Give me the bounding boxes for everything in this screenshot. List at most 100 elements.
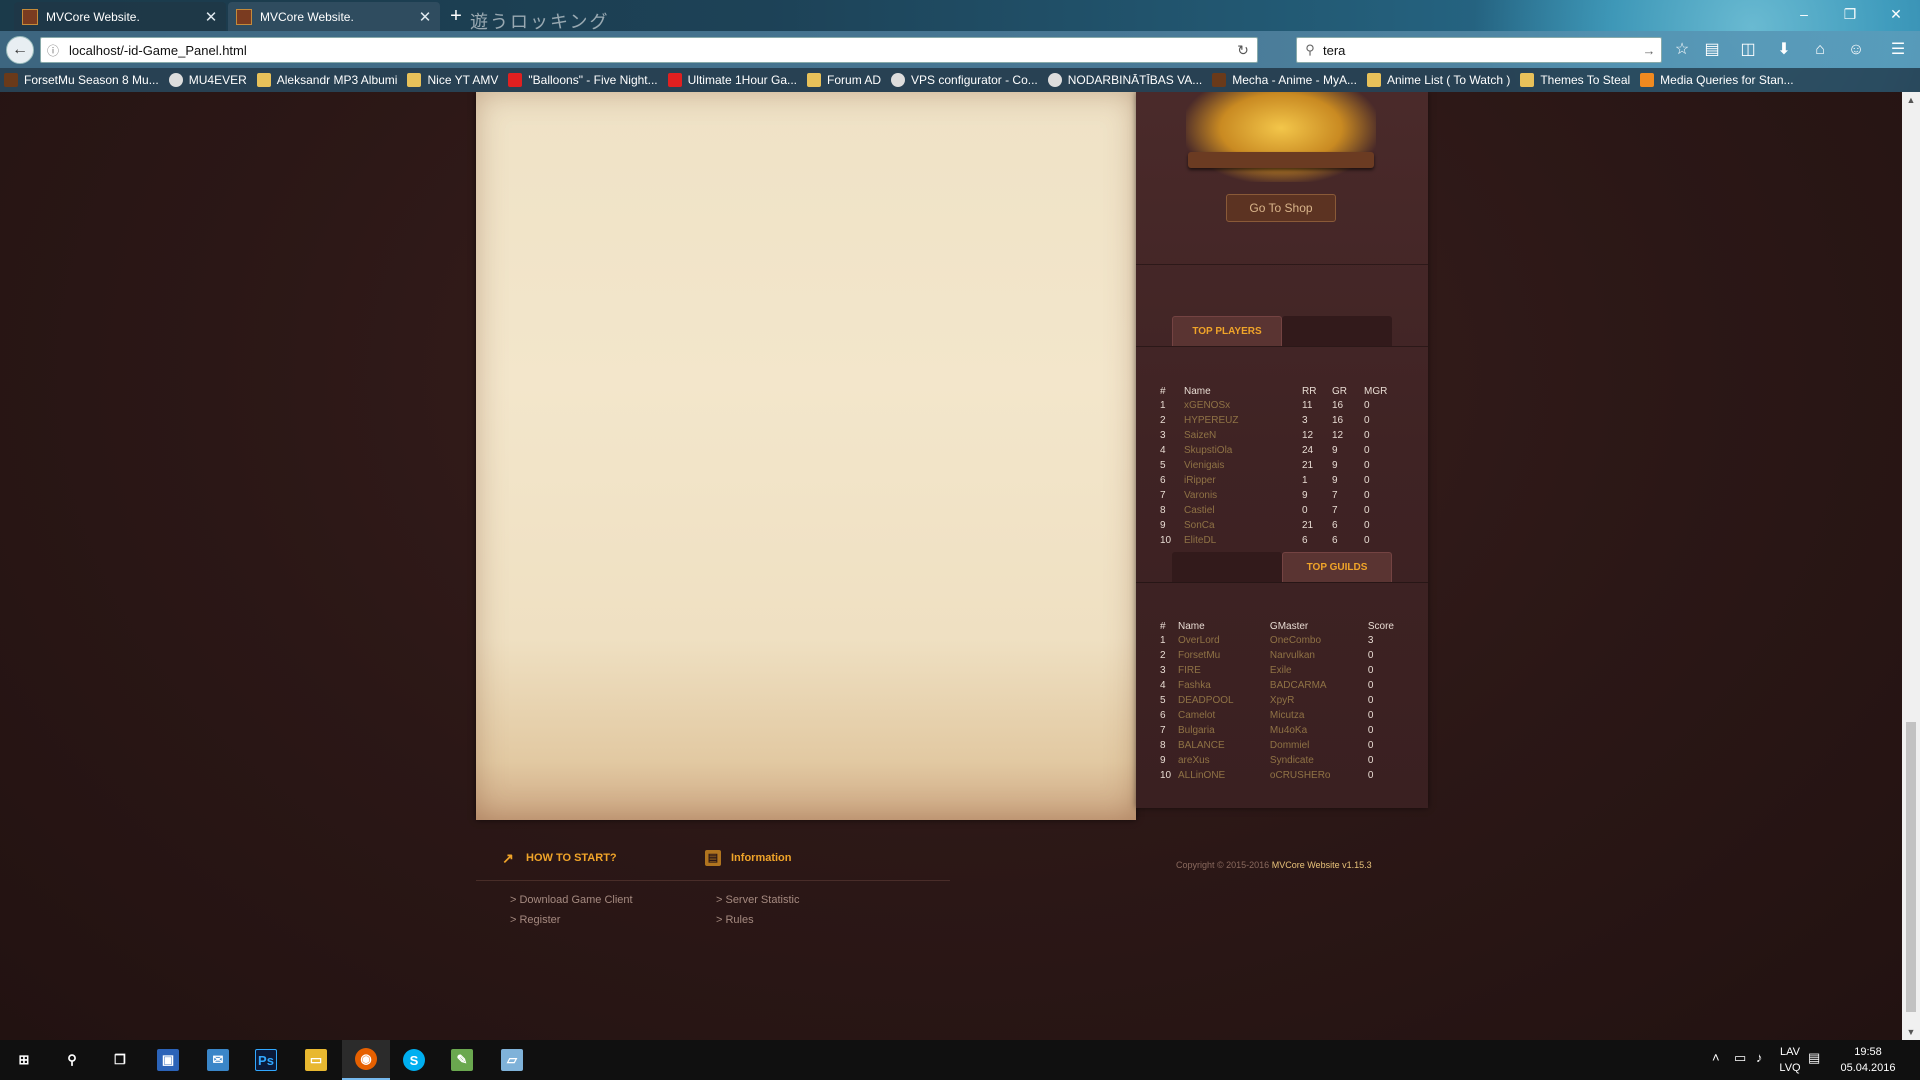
bookmark-item[interactable]: Nice YT AMV (407, 73, 498, 87)
address-bar[interactable]: ⓘ localhost/-id-Game_Panel.html ↻ (40, 37, 1258, 63)
server-statistic-link[interactable]: > Server Statistic (716, 894, 799, 906)
bookmark-item[interactable]: Anime List ( To Watch ) (1366, 73, 1510, 87)
player-name-link[interactable]: SkupstiOla (1182, 443, 1300, 458)
action-center-icon[interactable]: ▤ (1808, 1050, 1820, 1066)
menu-icon[interactable]: ☰ (1884, 37, 1912, 63)
reload-icon[interactable]: ↻ (1229, 42, 1257, 59)
browser-tab-1[interactable]: MVCore Website. ✕ (14, 2, 226, 31)
url-text[interactable]: localhost/-id-Game_Panel.html (65, 43, 1229, 58)
guild-name-link[interactable]: ForsetMu (1176, 648, 1268, 663)
register-link[interactable]: > Register (510, 914, 560, 926)
guild-name-link[interactable]: BALANCE (1176, 738, 1268, 753)
player-name-link[interactable]: HYPEREUZ (1182, 413, 1300, 428)
site-info-icon[interactable]: ⓘ (41, 42, 65, 59)
scroll-down-icon[interactable]: ▼ (1902, 1024, 1920, 1040)
player-name-link[interactable]: Castiel (1182, 503, 1300, 518)
bookmark-item[interactable]: Forum AD (807, 73, 881, 87)
guild-master-link[interactable]: Mu4oKa (1268, 723, 1366, 738)
bookmark-item[interactable]: VPS configurator - Co... (891, 73, 1038, 87)
tab-top-guilds[interactable]: TOP GUILDS (1282, 552, 1392, 582)
bookmark-item[interactable]: Aleksandr MP3 Albumi (256, 73, 397, 87)
taskbar-app[interactable]: Ps (242, 1040, 290, 1080)
system-clock[interactable]: 19:58 05.04.2016 (1828, 1044, 1908, 1076)
start-button[interactable]: ⊞ (0, 1040, 48, 1080)
guild-name-link[interactable]: DEADPOOL (1176, 693, 1268, 708)
guild-master-link[interactable]: oCRUSHERo (1268, 768, 1366, 783)
player-name-link[interactable]: SonCa (1182, 518, 1300, 533)
close-window-icon[interactable]: ✕ (1878, 2, 1914, 26)
bookmark-item[interactable]: "Balloons" - Five Night... (508, 73, 658, 87)
task-view-button[interactable]: ❐ (96, 1040, 144, 1080)
player-name-link[interactable]: SaizeN (1182, 428, 1300, 443)
player-name-link[interactable]: Vienigais (1182, 458, 1300, 473)
bookmark-item[interactable]: Ultimate 1Hour Ga... (667, 73, 797, 87)
show-hidden-icons-icon[interactable]: ˄ (1712, 1050, 1720, 1065)
guild-master-link[interactable]: OneCombo (1268, 633, 1366, 648)
close-tab-icon[interactable]: ✕ (418, 8, 432, 26)
bookmark-item[interactable]: Themes To Steal (1520, 73, 1630, 87)
search-go-icon[interactable]: → (1637, 43, 1661, 58)
player-name-link[interactable]: EliteDL (1182, 533, 1300, 548)
bookmark-item[interactable]: Media Queries for Stan... (1640, 73, 1794, 87)
volume-icon[interactable]: ♪ (1756, 1050, 1763, 1065)
taskbar-app[interactable]: ✎ (438, 1040, 486, 1080)
information-heading[interactable]: ▤ Information (705, 850, 792, 866)
player-name-link[interactable]: Varonis (1182, 488, 1300, 503)
bookmark-item[interactable]: MU4EVER (168, 73, 247, 87)
reading-list-icon[interactable]: ▤ (1698, 37, 1726, 63)
tab-top-players[interactable]: TOP PLAYERS (1172, 316, 1282, 346)
pocket-icon[interactable]: ◫ (1734, 37, 1762, 63)
downloads-icon[interactable]: ⬇ (1770, 37, 1798, 63)
guild-name-link[interactable]: FIRE (1176, 663, 1268, 678)
guild-master-link[interactable]: Micutza (1268, 708, 1366, 723)
taskbar-app-firefox[interactable]: ◉ (342, 1040, 390, 1080)
guild-name-link[interactable]: ALLinONE (1176, 768, 1268, 783)
rules-link[interactable]: > Rules (716, 914, 754, 926)
guild-master-link[interactable]: Narvulkan (1268, 648, 1366, 663)
how-to-start-heading[interactable]: ↗ HOW TO START? (500, 850, 617, 866)
guild-master-link[interactable]: BADCARMA (1268, 678, 1366, 693)
scrollbar-thumb[interactable] (1906, 722, 1916, 1012)
search-button[interactable]: ⚲ (48, 1040, 96, 1080)
guild-name-link[interactable]: OverLord (1176, 633, 1268, 648)
new-tab-button[interactable]: + (444, 4, 468, 28)
search-input[interactable] (1323, 42, 1637, 58)
restore-window-icon[interactable]: ❐ (1832, 2, 1868, 26)
taskbar-app[interactable]: ✉ (194, 1040, 242, 1080)
site-favicon (236, 8, 252, 25)
browser-tab-2[interactable]: MVCore Website. ✕ (228, 2, 440, 31)
hello-smiley-icon[interactable]: ☺ (1842, 37, 1870, 63)
player-name-link[interactable]: xGENOSx (1182, 398, 1300, 413)
search-bar[interactable]: ⚲ → (1296, 37, 1662, 63)
guild-master-link[interactable]: XpyR (1268, 693, 1366, 708)
bookmark-star-icon[interactable]: ☆ (1668, 37, 1696, 63)
minimize-window-icon[interactable]: – (1786, 2, 1822, 26)
guild-master-link[interactable]: Syndicate (1268, 753, 1366, 768)
bookmark-item[interactable]: ForsetMu Season 8 Mu... (4, 73, 159, 87)
vertical-scrollbar[interactable]: ▲ ▼ (1902, 92, 1920, 1040)
go-to-shop-button[interactable]: Go To Shop (1226, 194, 1336, 222)
footer: ↗ HOW TO START? ▤ Information > Download… (476, 850, 1436, 970)
guild-name-link[interactable]: Camelot (1176, 708, 1268, 723)
guild-master-link[interactable]: Dommiel (1268, 738, 1366, 753)
home-icon[interactable]: ⌂ (1806, 37, 1834, 63)
bookmark-item[interactable]: NODARBINĀTĪBAS VA... (1047, 73, 1202, 87)
network-icon[interactable]: ▭ (1734, 1050, 1746, 1066)
player-name-link[interactable]: iRipper (1182, 473, 1300, 488)
taskbar-app[interactable]: ▭ (292, 1040, 340, 1080)
back-button[interactable]: ← (6, 36, 34, 64)
taskbar-app[interactable]: ▱ (488, 1040, 536, 1080)
taskbar-app[interactable]: S (390, 1040, 438, 1080)
guild-name-link[interactable]: Bulgaria (1176, 723, 1268, 738)
tab-empty[interactable] (1172, 552, 1282, 582)
guild-name-link[interactable]: areXus (1176, 753, 1268, 768)
guild-name-link[interactable]: Fashka (1176, 678, 1268, 693)
input-language-indicator[interactable]: LAV LVQ (1772, 1044, 1808, 1076)
bookmark-item[interactable]: Mecha - Anime - MyA... (1212, 73, 1357, 87)
scroll-up-icon[interactable]: ▲ (1902, 92, 1920, 108)
download-game-client-link[interactable]: > Download Game Client (510, 894, 633, 906)
guild-master-link[interactable]: Exile (1268, 663, 1366, 678)
close-tab-icon[interactable]: ✕ (204, 8, 218, 26)
taskbar-app[interactable]: ▣ (144, 1040, 192, 1080)
tab-empty[interactable] (1282, 316, 1392, 346)
